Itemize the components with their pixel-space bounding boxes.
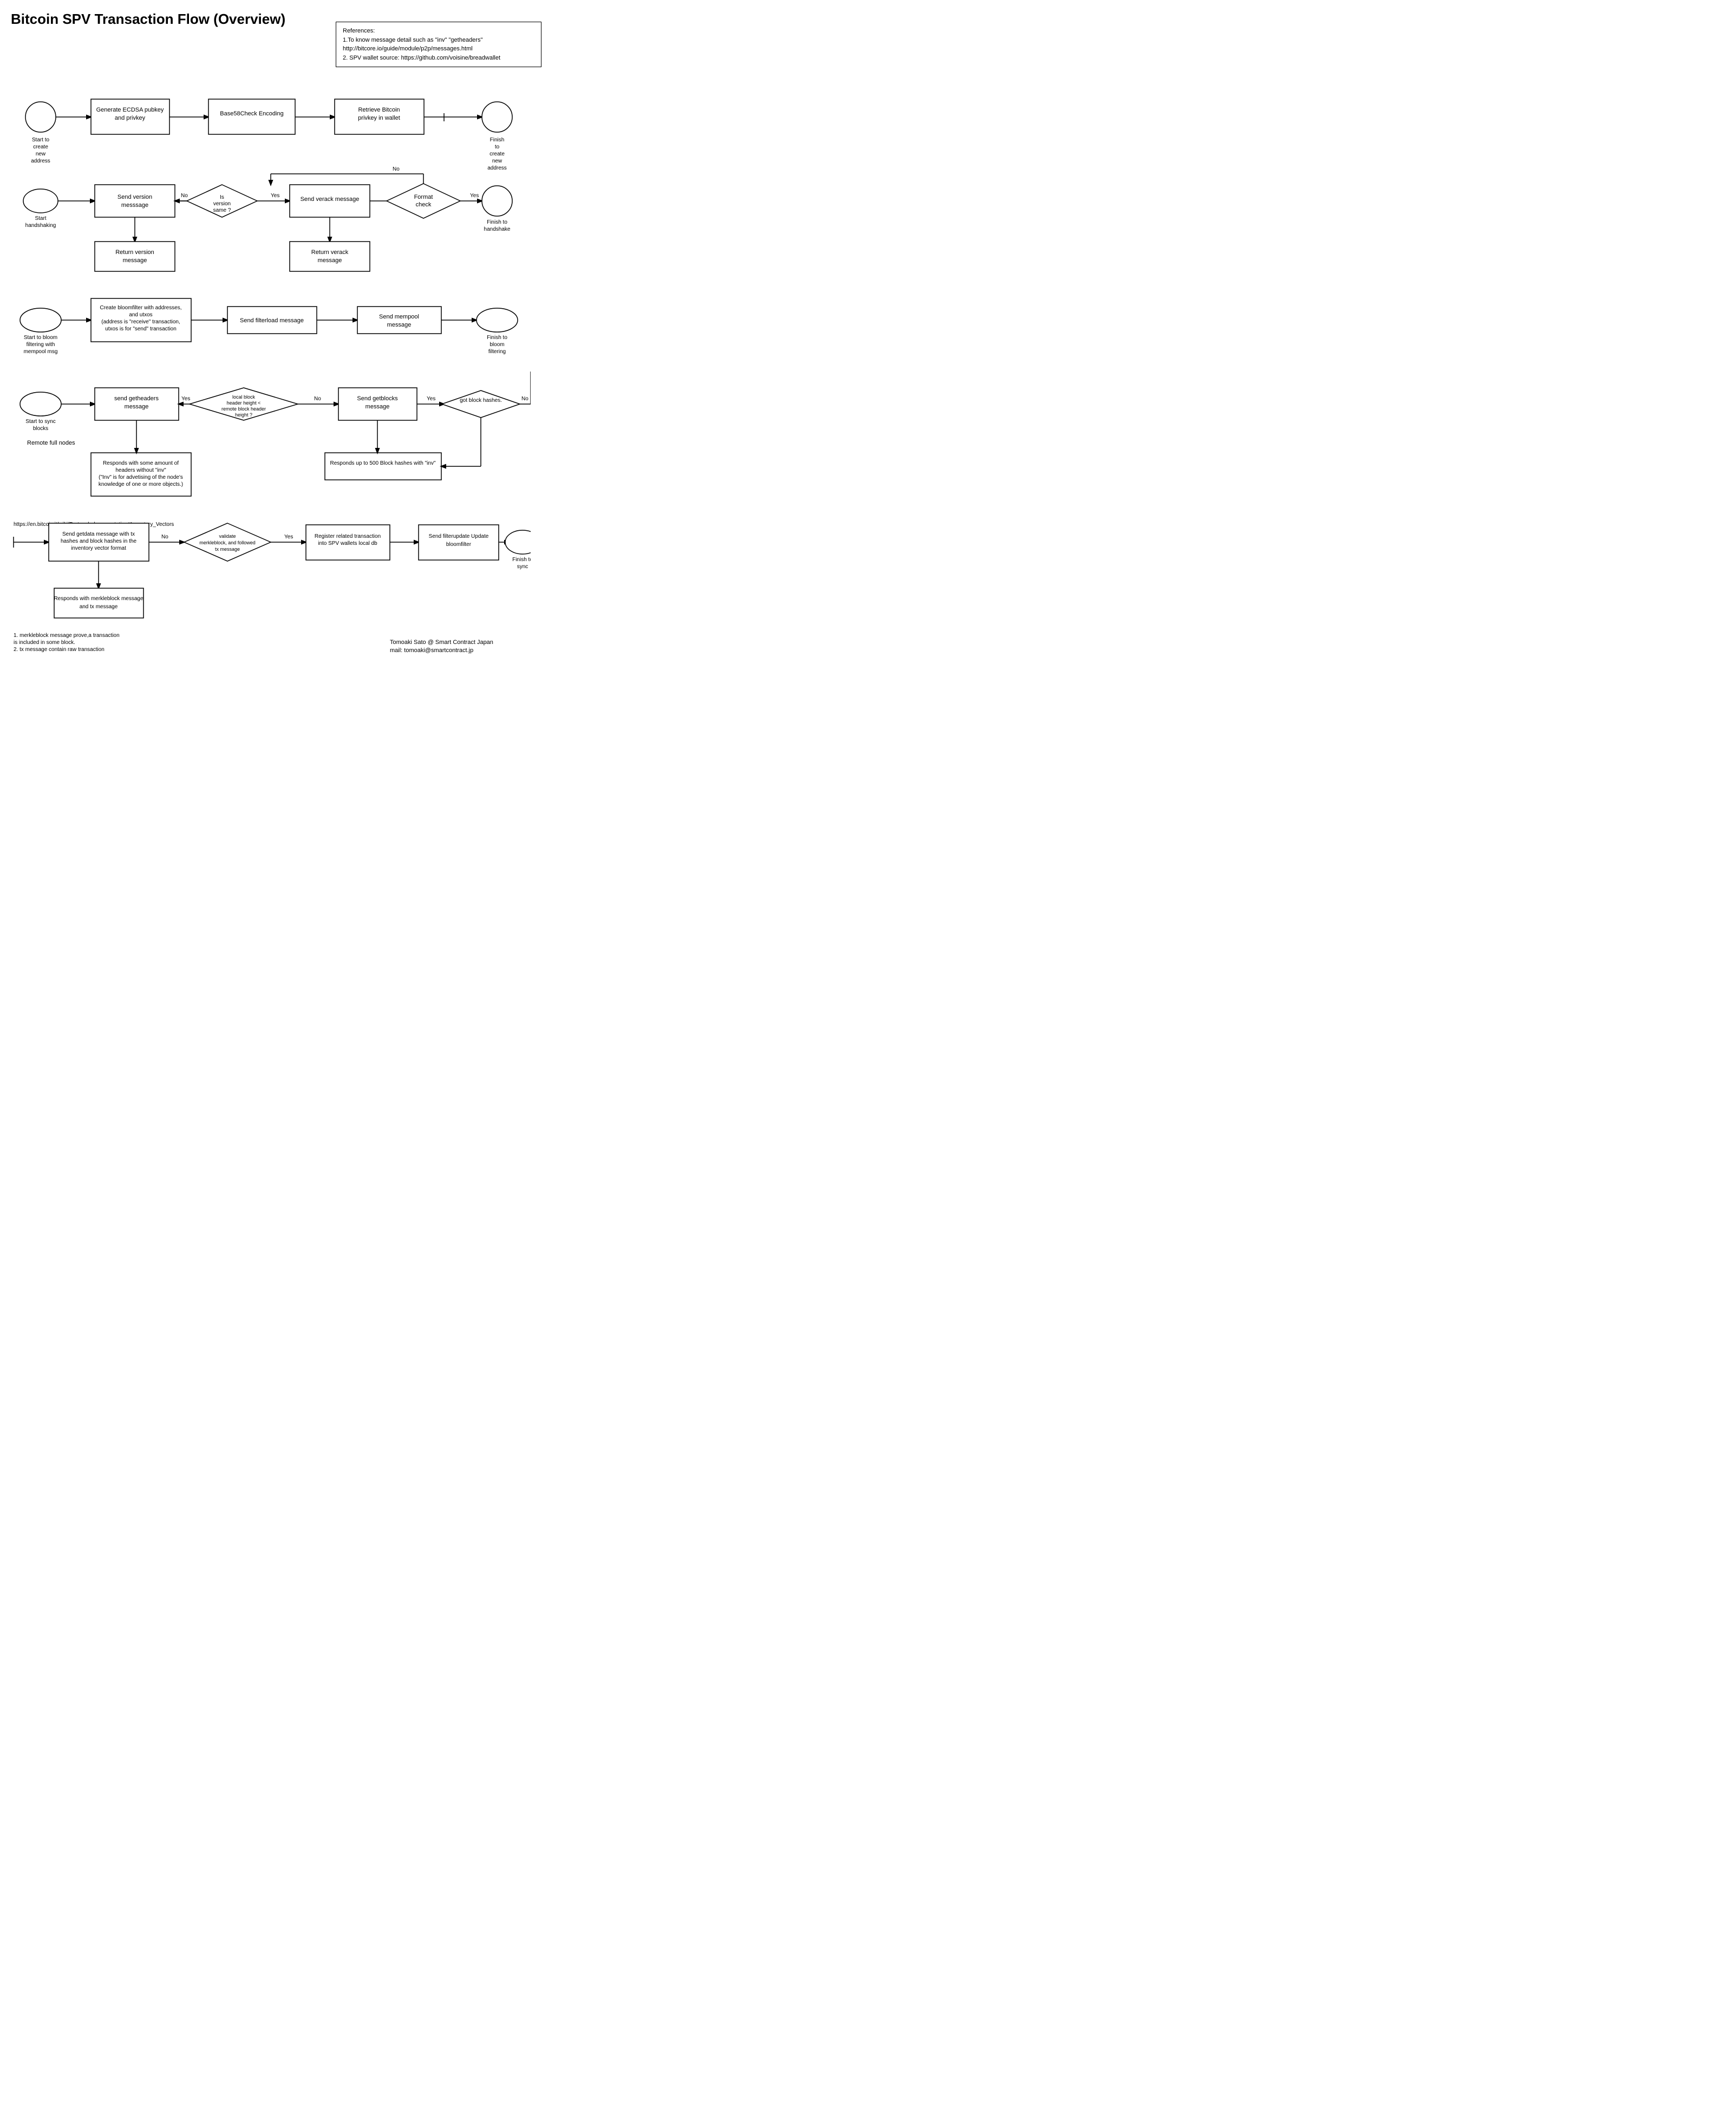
svg-text:bloomfilter: bloomfilter	[446, 542, 472, 548]
svg-text:new: new	[492, 158, 502, 164]
svg-text:bloom: bloom	[490, 342, 504, 348]
svg-text:handshake: handshake	[484, 226, 511, 232]
svg-text:blocks: blocks	[33, 426, 48, 432]
svg-text:Tomoaki Sato @ Smart Contract: Tomoaki Sato @ Smart Contract Japan	[390, 639, 493, 646]
svg-text:filtering: filtering	[488, 349, 506, 355]
svg-text:and utxos: and utxos	[129, 312, 152, 318]
svg-text:to: to	[495, 144, 500, 150]
svg-text:Base58Check Encoding: Base58Check Encoding	[220, 110, 283, 117]
svg-text:utxos is for "send" transactio: utxos is for "send" transaction	[105, 326, 177, 332]
svg-text:tx message: tx message	[215, 546, 240, 552]
svg-text:Register related transaction: Register related transaction	[315, 533, 381, 539]
svg-text:Yes: Yes	[271, 193, 279, 199]
svg-text:Send getblocks: Send getblocks	[357, 395, 398, 402]
svg-text:into SPV wallets local db: into SPV wallets local db	[318, 541, 377, 546]
svg-text:Responds with some amount of: Responds with some amount of	[103, 460, 179, 466]
svg-text:Finish to: Finish to	[512, 557, 531, 563]
svg-text:No: No	[161, 534, 168, 540]
svg-text:is included in some block.: is included in some block.	[14, 640, 75, 646]
svg-text:address: address	[487, 165, 507, 171]
svg-text:header height <: header height <	[227, 400, 261, 406]
svg-text:Format: Format	[414, 194, 433, 200]
svg-text:mempool msg: mempool msg	[24, 349, 58, 355]
svg-text:and tx message: and tx message	[80, 604, 118, 610]
svg-text:No: No	[521, 396, 528, 402]
svg-text:Send version: Send version	[118, 194, 152, 200]
svg-text:message: message	[123, 257, 147, 264]
svg-text:privkey in wallet: privkey in wallet	[358, 115, 400, 121]
svg-text:(address is "receive" transact: (address is "receive" transaction,	[101, 319, 180, 325]
svg-text:address: address	[31, 158, 50, 164]
svg-text:messsage: messsage	[121, 202, 148, 209]
diagram-svg: Start to create new address Generate ECD…	[11, 33, 531, 661]
svg-text:message: message	[318, 257, 342, 264]
svg-text:create: create	[33, 144, 48, 150]
svg-text:got block hashes.: got block hashes.	[460, 398, 502, 404]
svg-text:Responds with merkleblock mess: Responds with merkleblock message	[54, 596, 143, 602]
svg-text:Start: Start	[35, 216, 46, 222]
svg-text:message: message	[387, 322, 412, 328]
svg-text:Yes: Yes	[427, 396, 435, 402]
svg-text:No: No	[393, 166, 400, 172]
svg-text:Send getdata message with tx: Send getdata message with tx	[62, 531, 135, 537]
svg-text:No: No	[181, 193, 188, 199]
svg-text:sync: sync	[517, 564, 528, 570]
svg-text:Finish to: Finish to	[487, 335, 507, 341]
svg-text:version: version	[213, 201, 231, 207]
svg-text:local block: local block	[232, 394, 256, 400]
diagram-container: Start to create new address Generate ECD…	[11, 33, 531, 661]
svg-text:No: No	[314, 396, 321, 402]
svg-text:message: message	[125, 404, 149, 410]
svg-text:mail: tomoaki@smartcontract.jp: mail: tomoaki@smartcontract.jp	[390, 647, 473, 654]
svg-text:Send mempool: Send mempool	[379, 314, 419, 320]
svg-text:height ?: height ?	[235, 412, 252, 418]
svg-text:and privkey: and privkey	[115, 115, 146, 121]
svg-text:Generate ECDSA pubkey: Generate ECDSA pubkey	[96, 107, 164, 113]
svg-text:Return verack: Return verack	[311, 249, 349, 256]
svg-text:Finish: Finish	[490, 137, 505, 143]
svg-text:("Inv" is for advetising of th: ("Inv" is for advetising of the node's	[99, 474, 183, 480]
svg-text:Start to sync: Start to sync	[25, 419, 56, 425]
svg-text:Send verack message: Send verack message	[301, 196, 360, 203]
svg-text:send getheaders: send getheaders	[114, 395, 159, 402]
svg-text:Yes: Yes	[181, 396, 190, 402]
svg-text:same ?: same ?	[213, 207, 231, 213]
svg-text:headers without "inv": headers without "inv"	[115, 467, 166, 473]
svg-text:1. merkleblock message prove,a: 1. merkleblock message prove,a transacti…	[14, 633, 120, 639]
svg-text:new: new	[36, 151, 46, 157]
svg-text:Finish to: Finish to	[487, 219, 507, 225]
svg-text:Yes: Yes	[284, 534, 293, 540]
page-wrapper: Bitcoin SPV Transaction Flow (Overview) …	[11, 11, 552, 661]
svg-text:Send filterupdate Update: Send filterupdate Update	[429, 533, 489, 539]
svg-text:Start to bloom: Start to bloom	[24, 335, 57, 341]
svg-text:Responds up to 500 Block hashe: Responds up to 500 Block hashes with "in…	[330, 460, 436, 466]
svg-text:2. tx message contain raw tran: 2. tx message contain raw transaction	[14, 647, 105, 653]
svg-text:inventory vector format: inventory vector format	[71, 545, 126, 551]
svg-text:message: message	[366, 404, 390, 410]
svg-text:knowledge of one or more objec: knowledge of one or more objects.)	[99, 481, 183, 487]
svg-text:Yes: Yes	[470, 193, 479, 199]
svg-text:Is: Is	[220, 194, 224, 200]
svg-text:Remote full nodes: Remote full nodes	[27, 440, 75, 446]
svg-text:remote block header: remote block header	[221, 406, 266, 412]
svg-text:filtering with: filtering with	[27, 342, 55, 348]
svg-text:create: create	[490, 151, 505, 157]
svg-text:validate: validate	[219, 533, 236, 539]
svg-text:Return version: Return version	[115, 249, 154, 256]
svg-text:Send filterload message: Send filterload message	[240, 317, 304, 324]
svg-text:Retrieve Bitcoin: Retrieve Bitcoin	[358, 107, 400, 113]
svg-text:handshaking: handshaking	[25, 223, 56, 229]
svg-text:check: check	[416, 201, 432, 208]
svg-text:merkleblock, and followed: merkleblock, and followed	[199, 540, 256, 545]
svg-text:Create bloomfilter with addres: Create bloomfilter with addresses,	[100, 305, 181, 311]
svg-text:Start to: Start to	[32, 137, 50, 143]
svg-text:hashes and block hashes in the: hashes and block hashes in the	[61, 538, 137, 544]
